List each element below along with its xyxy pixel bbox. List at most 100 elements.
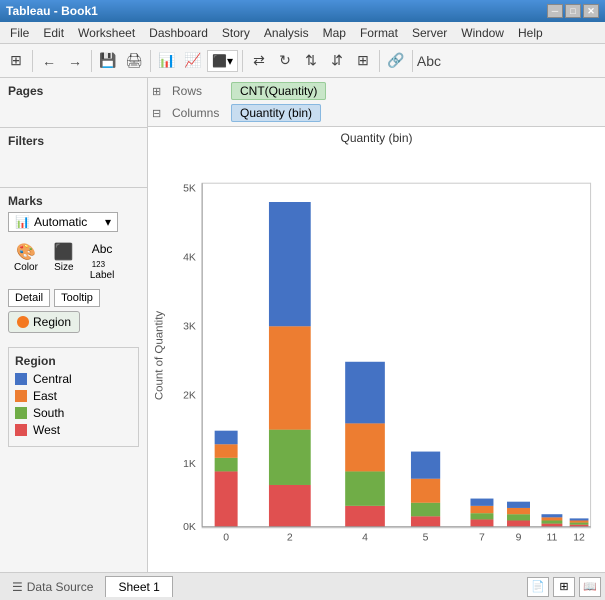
cols-icon: ⊟ (152, 107, 168, 120)
text-button[interactable]: Abc (417, 49, 441, 73)
svg-text:0: 0 (223, 532, 229, 543)
sort-desc[interactable]: ⇵ (325, 49, 349, 73)
close-button[interactable]: ✕ (583, 4, 599, 18)
region-label: Region (33, 315, 71, 329)
save-button[interactable]: 💾 (96, 49, 120, 73)
legend-item-central: Central (15, 372, 132, 386)
svg-text:5K: 5K (183, 184, 196, 195)
menu-map[interactable]: Map (317, 24, 352, 42)
marks-type-label: Automatic (34, 215, 87, 229)
bar-4-east (345, 423, 385, 471)
svg-text:5: 5 (423, 532, 429, 543)
group-button[interactable]: ⊞ (351, 49, 375, 73)
print-button[interactable]: 🖨 (122, 49, 146, 73)
rows-shelf: ⊞ Rows CNT(Quantity) (152, 80, 601, 102)
legend-color-west (15, 424, 27, 436)
menu-bar: File Edit Worksheet Dashboard Story Anal… (0, 22, 605, 44)
legend-label-east: East (33, 389, 57, 403)
legend-title: Region (15, 354, 132, 368)
bar-2-south (269, 430, 311, 485)
label-button[interactable]: Abc123 Label (84, 238, 120, 285)
new-story-button[interactable]: 📖 (579, 577, 601, 597)
chart-type-2[interactable]: 📈 (181, 49, 205, 73)
cols-label: Columns (172, 106, 227, 120)
toolbar: ⊞ ← → 💾 🖨 📊 📈 ⬛ ▾ ⇄ ↻ ⇅ ⇵ ⊞ 🔗 Abc (0, 44, 605, 78)
region-pill[interactable]: Region (8, 311, 80, 333)
bar-2-central (269, 202, 311, 326)
rows-pill[interactable]: CNT(Quantity) (231, 82, 326, 100)
show-me-arrow: ▾ (227, 54, 233, 68)
detail-button[interactable]: Detail (8, 289, 50, 307)
bar-11-central (541, 514, 562, 517)
swap-button[interactable]: ⇄ (247, 49, 271, 73)
chart-container: Quantity (bin) Count of Quantity 5K 4K 3… (148, 127, 605, 572)
forward-button[interactable]: → (63, 49, 87, 73)
size-button[interactable]: ⬛ Size (48, 238, 80, 285)
sep6 (412, 50, 413, 72)
svg-text:7: 7 (479, 532, 485, 543)
bar-5-east (411, 479, 440, 503)
bar-0-south (215, 458, 238, 472)
color-icon: 🎨 (16, 242, 36, 262)
rows-label: Rows (172, 84, 227, 98)
show-me-dropdown[interactable]: ⬛ ▾ (207, 50, 238, 72)
new-dashboard-button[interactable]: ⊞ (553, 577, 575, 597)
sep1 (32, 50, 33, 72)
minimize-button[interactable]: ─ (547, 4, 563, 18)
menu-edit[interactable]: Edit (37, 24, 70, 42)
data-source-tab[interactable]: ☰ Data Source (4, 577, 101, 597)
menu-window[interactable]: Window (455, 24, 510, 42)
sort-asc[interactable]: ⇅ (299, 49, 323, 73)
bar-7-east (470, 506, 493, 513)
legend-label-central: Central (33, 372, 72, 386)
marks-type-dropdown[interactable]: 📊 Automatic ▾ (8, 212, 118, 232)
bar-7-west (470, 519, 493, 526)
new-button[interactable]: ⊞ (4, 49, 28, 73)
legend-color-east (15, 390, 27, 402)
link-button[interactable]: 🔗 (384, 49, 408, 73)
refresh-button[interactable]: ↻ (273, 49, 297, 73)
menu-analysis[interactable]: Analysis (258, 24, 315, 42)
data-source-icon: ☰ (12, 580, 23, 594)
y-axis-label: Count of Quantity (153, 311, 165, 401)
sep2 (91, 50, 92, 72)
bar-0-central (215, 431, 238, 445)
legend-item-east: East (15, 389, 132, 403)
data-source-label: Data Source (27, 580, 94, 594)
sep5 (379, 50, 380, 72)
sheet1-tab[interactable]: Sheet 1 (105, 576, 172, 597)
new-sheet-button[interactable]: 📄 (527, 577, 549, 597)
menu-file[interactable]: File (4, 24, 35, 42)
menu-help[interactable]: Help (512, 24, 549, 42)
maximize-button[interactable]: □ (565, 4, 581, 18)
menu-dashboard[interactable]: Dashboard (143, 24, 214, 42)
legend-section: Region Central East South West (8, 347, 139, 447)
size-label: Size (54, 262, 73, 273)
bar-11-south (541, 520, 562, 523)
svg-text:9: 9 (516, 532, 522, 543)
menu-server[interactable]: Server (406, 24, 453, 42)
bar-2-east (269, 326, 311, 429)
chart-type-1[interactable]: 📊 (155, 49, 179, 73)
legend-color-central (15, 373, 27, 385)
svg-text:1K: 1K (183, 459, 196, 470)
tab-action-icons: 📄 ⊞ 📖 (527, 577, 601, 597)
bar-11-east (541, 517, 562, 520)
back-button[interactable]: ← (37, 49, 61, 73)
window-controls[interactable]: ─ □ ✕ (547, 4, 599, 18)
bar-9-central (507, 502, 530, 508)
cols-pill[interactable]: Quantity (bin) (231, 104, 321, 122)
svg-text:12: 12 (573, 532, 585, 543)
sep3 (150, 50, 151, 72)
menu-format[interactable]: Format (354, 24, 404, 42)
color-button[interactable]: 🎨 Color (8, 238, 44, 285)
menu-story[interactable]: Story (216, 24, 256, 42)
legend-label-west: West (33, 423, 60, 437)
tooltip-button[interactable]: Tooltip (54, 289, 100, 307)
filters-section: Filters (0, 128, 147, 188)
sep4 (242, 50, 243, 72)
bar-12-south (570, 523, 589, 525)
show-me-icon: ⬛ (212, 54, 227, 68)
menu-worksheet[interactable]: Worksheet (72, 24, 141, 42)
marks-icons-row: 🎨 Color ⬛ Size Abc123 Label (8, 238, 139, 285)
